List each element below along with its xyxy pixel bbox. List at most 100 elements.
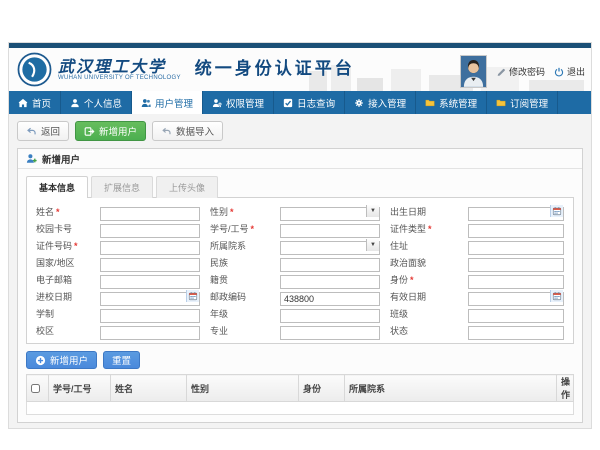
- field-input-11[interactable]: [468, 258, 564, 272]
- nav-item-6[interactable]: 系统管理: [416, 91, 487, 114]
- nav-item-0[interactable]: 首页: [9, 91, 61, 114]
- user-avatar[interactable]: [460, 55, 487, 88]
- field-label-2: 出生日期: [390, 205, 458, 218]
- panel-title: 新增用户: [42, 152, 80, 166]
- add-user-toolbar-button[interactable]: 新增用户: [75, 121, 146, 141]
- nav-item-label: 日志查询: [297, 96, 335, 110]
- header-right: 修改密码 退出: [460, 55, 585, 88]
- field-label-12: 电子邮箱: [36, 273, 90, 286]
- users-icon: [141, 98, 151, 108]
- field-9: [100, 255, 200, 269]
- calendar-icon[interactable]: [550, 290, 563, 302]
- dropdown-arrow-icon[interactable]: ▼: [366, 205, 379, 217]
- field-input-18[interactable]: [100, 309, 200, 323]
- field-label-5: 证件类型*: [390, 222, 458, 235]
- toolbar: 返回 新增用户 数据导入: [17, 121, 583, 141]
- field-input-21[interactable]: [100, 326, 200, 340]
- university-name-block: 武汉理工大学 WUHAN UNIVERSITY OF TECHNOLOGY: [58, 58, 181, 81]
- field-label-11: 政治面貌: [390, 256, 458, 269]
- logout-link[interactable]: 退出: [554, 65, 585, 78]
- field-input-1[interactable]: [280, 207, 380, 221]
- enter-box-icon: [84, 126, 95, 137]
- reset-button-label: 重置: [112, 353, 131, 367]
- required-asterisk: *: [230, 207, 234, 217]
- submit-add-user-label: 新增用户: [50, 353, 88, 367]
- panel-body: 基本信息扩展信息上传头像 姓名*性别*▼出生日期校园卡号学号/工号*证件类型*证…: [18, 169, 582, 422]
- calendar-icon[interactable]: [550, 205, 563, 217]
- field-label-7: 所属院系: [210, 239, 270, 252]
- field-input-14[interactable]: [468, 275, 564, 289]
- submit-add-user-button[interactable]: 新增用户: [26, 351, 97, 369]
- field-input-20[interactable]: [468, 309, 564, 323]
- field-label-3: 校园卡号: [36, 222, 90, 235]
- field-label-6: 证件号码*: [36, 239, 90, 252]
- data-import-button[interactable]: 数据导入: [152, 121, 223, 141]
- nav-item-label: 订阅管理: [510, 96, 548, 110]
- nav-item-1[interactable]: 个人信息: [61, 91, 132, 114]
- import-arrow-icon: [161, 126, 172, 137]
- nav-item-5[interactable]: 接入管理: [345, 91, 416, 114]
- field-21: [100, 323, 200, 337]
- field-input-8[interactable]: [468, 241, 564, 255]
- tab-1[interactable]: 扩展信息: [91, 176, 153, 198]
- back-button-label: 返回: [41, 124, 60, 138]
- change-password-link[interactable]: 修改密码: [496, 65, 545, 78]
- field-input-22[interactable]: [280, 326, 380, 340]
- field-input-12[interactable]: [100, 275, 200, 289]
- field-input-4[interactable]: [280, 224, 380, 238]
- field-input-23[interactable]: [468, 326, 564, 340]
- field-input-16[interactable]: [280, 292, 380, 306]
- back-button[interactable]: 返回: [17, 121, 69, 141]
- nav-item-7[interactable]: 订阅管理: [487, 91, 558, 114]
- field-22: [280, 323, 380, 337]
- field-7: ▼: [280, 238, 380, 252]
- field-17: [468, 289, 564, 303]
- dropdown-arrow-icon[interactable]: ▼: [366, 239, 379, 251]
- field-input-7[interactable]: [280, 241, 380, 255]
- new-user-panel: 新增用户 基本信息扩展信息上传头像 姓名*性别*▼出生日期校园卡号学号/工号*证…: [17, 148, 583, 423]
- field-label-4: 学号/工号*: [210, 222, 270, 235]
- user-key-icon: [212, 98, 222, 108]
- field-18: [100, 306, 200, 320]
- nav-item-2[interactable]: 用户管理: [132, 91, 203, 114]
- field-label-9: 国家/地区: [36, 256, 90, 269]
- nav-item-4[interactable]: 日志查询: [274, 91, 345, 114]
- field-23: [468, 323, 564, 337]
- required-asterisk: *: [74, 241, 78, 251]
- column-header-3: 身份: [299, 375, 345, 402]
- folder-icon: [425, 98, 435, 108]
- field-label-21: 校区: [36, 324, 90, 337]
- field-input-0[interactable]: [100, 207, 200, 221]
- field-12: [100, 272, 200, 286]
- field-input-19[interactable]: [280, 309, 380, 323]
- folder-icon: [496, 98, 506, 108]
- field-input-6[interactable]: [100, 241, 200, 255]
- plus-circle-icon: [35, 355, 46, 366]
- form-actions: 新增用户 重置: [26, 351, 574, 369]
- add-user-toolbar-label: 新增用户: [99, 124, 137, 138]
- field-11: [468, 255, 564, 269]
- field-input-10[interactable]: [280, 258, 380, 272]
- field-input-5[interactable]: [468, 224, 564, 238]
- form-tabs: 基本信息扩展信息上传头像: [26, 176, 574, 198]
- field-input-3[interactable]: [100, 224, 200, 238]
- calendar-icon[interactable]: [186, 290, 199, 302]
- tab-0[interactable]: 基本信息: [26, 176, 88, 198]
- field-8: [468, 238, 564, 252]
- reset-button[interactable]: 重置: [103, 351, 140, 369]
- select-all-header-cell: [27, 375, 49, 402]
- pencil-icon: [496, 67, 506, 77]
- tab-2[interactable]: 上传头像: [156, 176, 218, 198]
- field-label-0: 姓名*: [36, 205, 90, 218]
- field-input-15[interactable]: [100, 292, 200, 306]
- field-15: [100, 289, 200, 303]
- university-name-en: WUHAN UNIVERSITY OF TECHNOLOGY: [58, 75, 181, 81]
- field-input-9[interactable]: [100, 258, 200, 272]
- add-user-icon: [26, 153, 37, 164]
- page: { "header": { "university_cn": "武汉理工大学",…: [0, 0, 600, 450]
- select-all-checkbox[interactable]: [31, 384, 40, 393]
- header: 武汉理工大学 WUHAN UNIVERSITY OF TECHNOLOGY 统一…: [9, 48, 591, 91]
- field-6: [100, 238, 200, 252]
- field-input-13[interactable]: [280, 275, 380, 289]
- nav-item-3[interactable]: 权限管理: [203, 91, 274, 114]
